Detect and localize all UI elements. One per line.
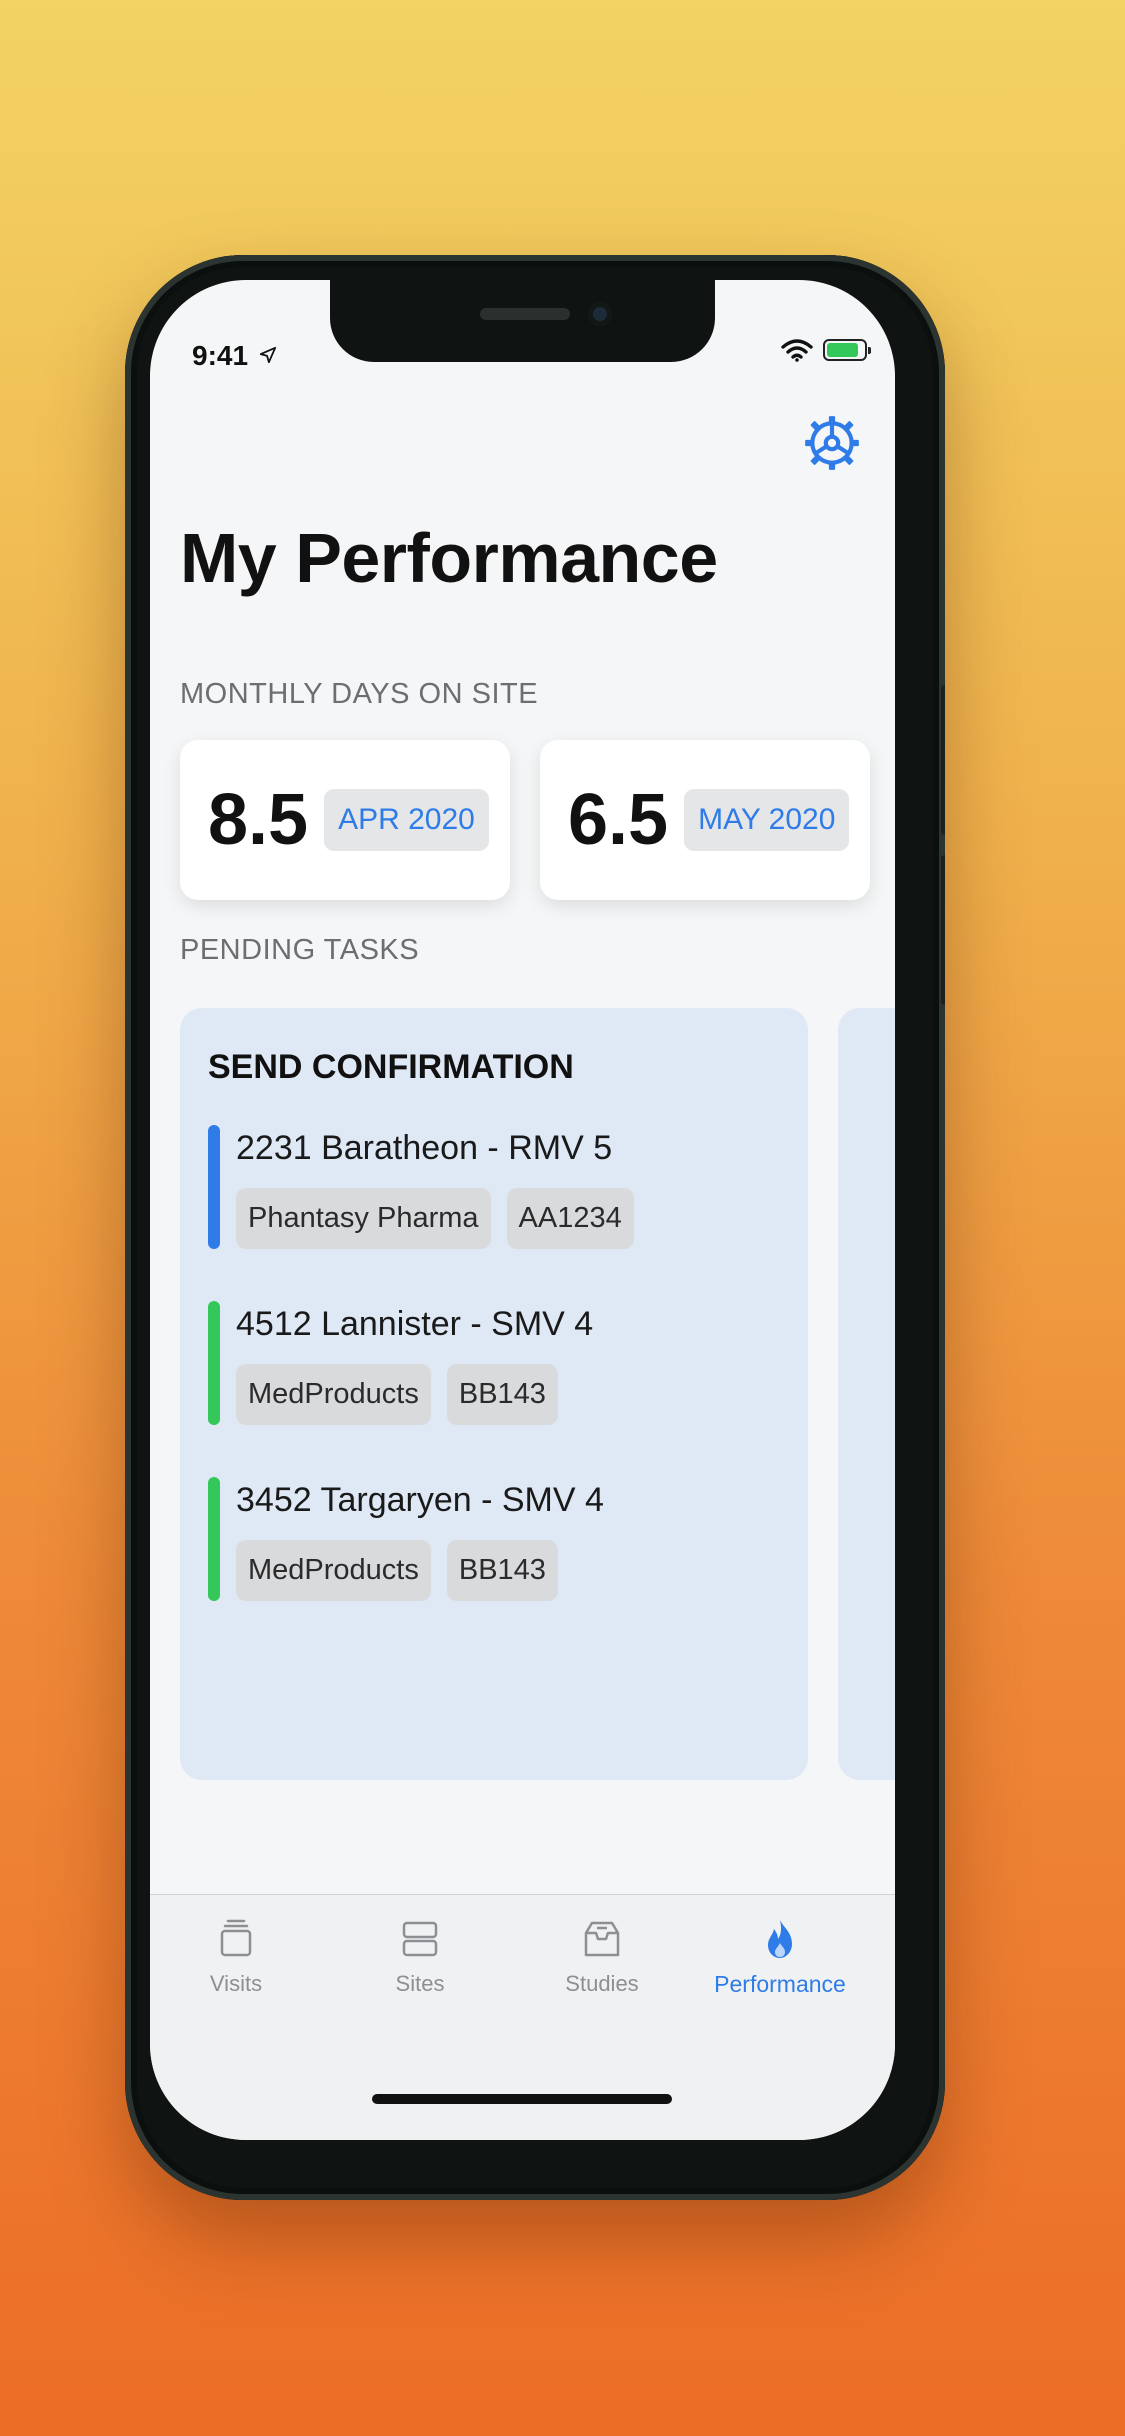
notch bbox=[330, 280, 715, 362]
task-item[interactable]: 2231 Baratheon - RMV 5 Phantasy Pharma A… bbox=[208, 1125, 780, 1249]
speaker-grille bbox=[480, 308, 570, 320]
task-title: 4512 Lannister - SMV 4 bbox=[236, 1305, 594, 1343]
settings-button[interactable] bbox=[799, 410, 865, 476]
archive-box-icon bbox=[584, 1921, 620, 1957]
metric-month-badge: APR 2020 bbox=[324, 789, 489, 851]
metric-value: 8.5 bbox=[208, 780, 309, 860]
flame-icon bbox=[768, 1920, 792, 1958]
front-camera bbox=[588, 302, 612, 326]
task-status-bar bbox=[208, 1125, 220, 1249]
home-indicator[interactable] bbox=[372, 2094, 672, 2104]
page-title: My Performance bbox=[180, 519, 718, 597]
pending-tasks-label: PENDING TASKS bbox=[180, 934, 420, 966]
power-button bbox=[941, 855, 945, 1005]
sponsor-tag: MedProducts bbox=[236, 1364, 431, 1425]
battery-level-fill bbox=[827, 343, 858, 357]
wifi-icon bbox=[781, 339, 813, 362]
task-status-bar bbox=[208, 1477, 220, 1601]
tab-label: Visits bbox=[209, 1971, 263, 1996]
study-code-tag: BB143 bbox=[446, 1364, 558, 1425]
task-group-card[interactable]: SEND CONFIRMATION 2231 Baratheon - RMV 5… bbox=[180, 1008, 808, 1780]
phone-frame: 9:41 My Performance MONTHLY DAYS ON SITE… bbox=[125, 255, 945, 2200]
status-indicators bbox=[781, 338, 871, 362]
status-time: 9:41 bbox=[192, 340, 277, 372]
task-status-bar bbox=[208, 1301, 220, 1425]
tab-label: Sites bbox=[395, 1971, 445, 1996]
metric-value: 6.5 bbox=[568, 780, 669, 860]
next-task-card[interactable] bbox=[838, 1008, 895, 1780]
sponsor-tag: MedProducts bbox=[236, 1540, 431, 1601]
volume-button bbox=[941, 685, 945, 835]
task-title: 3452 Targaryen - SMV 4 bbox=[236, 1481, 604, 1519]
study-code-tag: AA1234 bbox=[506, 1188, 634, 1249]
location-arrow-icon bbox=[259, 346, 276, 364]
tab-label: Studies bbox=[565, 1971, 639, 1996]
app-screen: 9:41 My Performance MONTHLY DAYS ON SITE… bbox=[150, 280, 895, 2140]
battery-icon bbox=[823, 339, 871, 361]
study-code-tag: BB143 bbox=[446, 1540, 558, 1601]
task-group-title: SEND CONFIRMATION bbox=[208, 1048, 574, 1086]
tab-bar: Visits Sites Studies Performance bbox=[150, 1894, 895, 2140]
monthly-days-label: MONTHLY DAYS ON SITE bbox=[180, 678, 539, 710]
task-item[interactable]: 4512 Lannister - SMV 4 MedProducts BB143 bbox=[208, 1301, 780, 1425]
monthly-days-carousel[interactable]: 8.5 APR 2020 6.5 MAY 2020 bbox=[180, 740, 870, 900]
task-title: 2231 Baratheon - RMV 5 bbox=[236, 1129, 613, 1167]
tab-visits[interactable]: Visits bbox=[156, 1917, 316, 1997]
server-icon bbox=[402, 1921, 438, 1957]
task-item[interactable]: 3452 Targaryen - SMV 4 MedProducts BB143 bbox=[208, 1477, 780, 1601]
metric-card[interactable]: 8.5 APR 2020 bbox=[180, 740, 510, 900]
metric-month-badge: MAY 2020 bbox=[684, 789, 850, 851]
tab-sites[interactable]: Sites bbox=[340, 1917, 500, 1997]
tab-performance[interactable]: Performance bbox=[700, 1917, 860, 1998]
gear-icon bbox=[805, 416, 859, 470]
tab-label: Performance bbox=[714, 1971, 846, 1997]
stack-icon bbox=[220, 1919, 252, 1957]
sponsor-tag: Phantasy Pharma bbox=[236, 1188, 491, 1249]
tab-studies[interactable]: Studies bbox=[522, 1917, 682, 1997]
metric-card[interactable]: 6.5 MAY 2020 bbox=[540, 740, 870, 900]
